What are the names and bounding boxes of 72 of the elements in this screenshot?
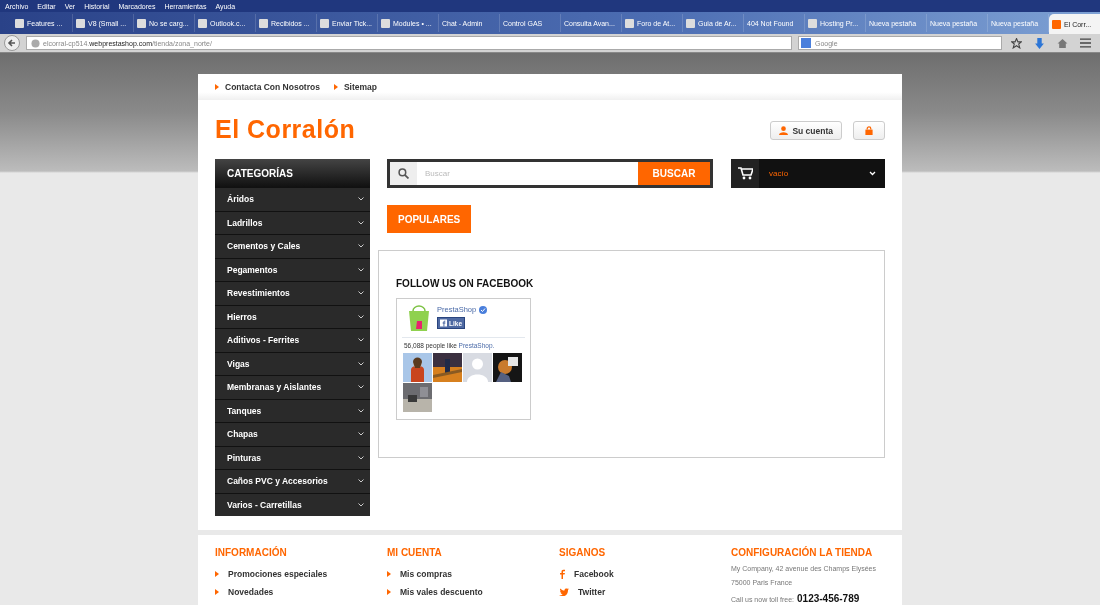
footer-heading: CONFIGURACIÓN LA TIENDA xyxy=(731,547,874,558)
back-arrow-icon xyxy=(7,38,17,48)
category-item[interactable]: Tanques xyxy=(215,398,370,422)
footer-link[interactable]: Promociones especiales xyxy=(215,565,387,583)
avatar-icon xyxy=(463,353,492,382)
category-item[interactable]: Pegamentos xyxy=(215,257,370,281)
phone-number: 0123-456-789 xyxy=(797,593,860,604)
chevron-icon xyxy=(358,220,364,225)
triangle-icon xyxy=(387,571,391,577)
lock-button[interactable] xyxy=(853,121,885,140)
chevron-icon xyxy=(358,385,364,390)
chevron-icon xyxy=(358,244,364,249)
category-item[interactable]: Membranas y Aislantes xyxy=(215,375,370,399)
account-button[interactable]: Su cuenta xyxy=(770,121,842,140)
triangle-icon xyxy=(333,84,338,90)
chevron-icon xyxy=(869,171,876,176)
category-item[interactable]: Cementos y Cales xyxy=(215,234,370,258)
user-icon xyxy=(779,126,789,135)
search-icon xyxy=(398,168,409,179)
triangle-icon xyxy=(215,84,219,90)
chevron-icon xyxy=(358,361,364,366)
download-icon[interactable] xyxy=(1034,37,1045,49)
category-item[interactable]: Varios - Carretillas xyxy=(215,492,370,516)
verified-icon xyxy=(479,305,488,314)
facebook-icon xyxy=(559,569,565,579)
social-link[interactable]: Facebook xyxy=(559,565,731,583)
footer-heading: SIGANOS xyxy=(559,547,607,558)
header-link[interactable]: Sitemap xyxy=(333,82,377,92)
triangle-icon xyxy=(215,589,219,595)
chevron-icon xyxy=(358,197,364,202)
category-header: CATEGORÍAS xyxy=(215,159,370,187)
chevron-icon xyxy=(358,267,364,272)
category-item[interactable]: Aditivos - Ferrites xyxy=(215,328,370,352)
chevron-icon xyxy=(358,314,364,319)
chevron-icon xyxy=(358,408,364,413)
footer-link[interactable]: Mis compras xyxy=(387,565,559,583)
header-link[interactable]: Contacta Con Nosotros xyxy=(215,82,320,92)
globe-icon xyxy=(31,38,40,48)
google-icon xyxy=(801,38,811,48)
chevron-icon xyxy=(358,502,364,507)
category-item[interactable]: Hierros xyxy=(215,304,370,328)
category-item[interactable]: Pinturas xyxy=(215,445,370,469)
back-button[interactable] xyxy=(4,35,20,51)
chevron-icon xyxy=(358,432,364,437)
triangle-icon xyxy=(215,571,219,577)
cart-icon xyxy=(737,167,753,180)
cart-button[interactable]: vacío xyxy=(731,159,885,188)
cart-status: vacío xyxy=(769,169,790,178)
section-title: FOLLOW US ON FACEBOOK xyxy=(396,278,535,289)
category-item[interactable]: Caños PVC y Accesorios xyxy=(215,469,370,493)
footer-link[interactable]: Novedades xyxy=(215,583,387,601)
twitter-icon xyxy=(559,588,569,596)
footer-link[interactable]: Mis vales descuento xyxy=(387,583,559,601)
social-link[interactable]: Twitter xyxy=(559,583,731,601)
menu-icon[interactable] xyxy=(1080,38,1091,48)
chevron-icon xyxy=(358,338,364,343)
lock-icon xyxy=(865,126,873,135)
category-item[interactable]: Áridos xyxy=(215,187,370,211)
star-icon[interactable] xyxy=(1011,37,1022,49)
chevron-icon xyxy=(358,291,364,296)
category-item[interactable]: Vigas xyxy=(215,351,370,375)
category-item[interactable]: Ladrillos xyxy=(215,210,370,234)
home-icon[interactable] xyxy=(1057,37,1068,49)
shopping-bag-icon xyxy=(407,305,431,333)
category-item[interactable]: Chapas xyxy=(215,422,370,446)
triangle-icon xyxy=(387,589,391,595)
chevron-icon xyxy=(358,479,364,484)
facebook-icon xyxy=(440,319,447,327)
footer-heading: INFORMACIÓN xyxy=(215,547,288,558)
chevron-icon xyxy=(358,455,364,460)
category-item[interactable]: Revestimientos xyxy=(215,281,370,305)
footer-heading: MI CUENTA xyxy=(387,547,443,558)
